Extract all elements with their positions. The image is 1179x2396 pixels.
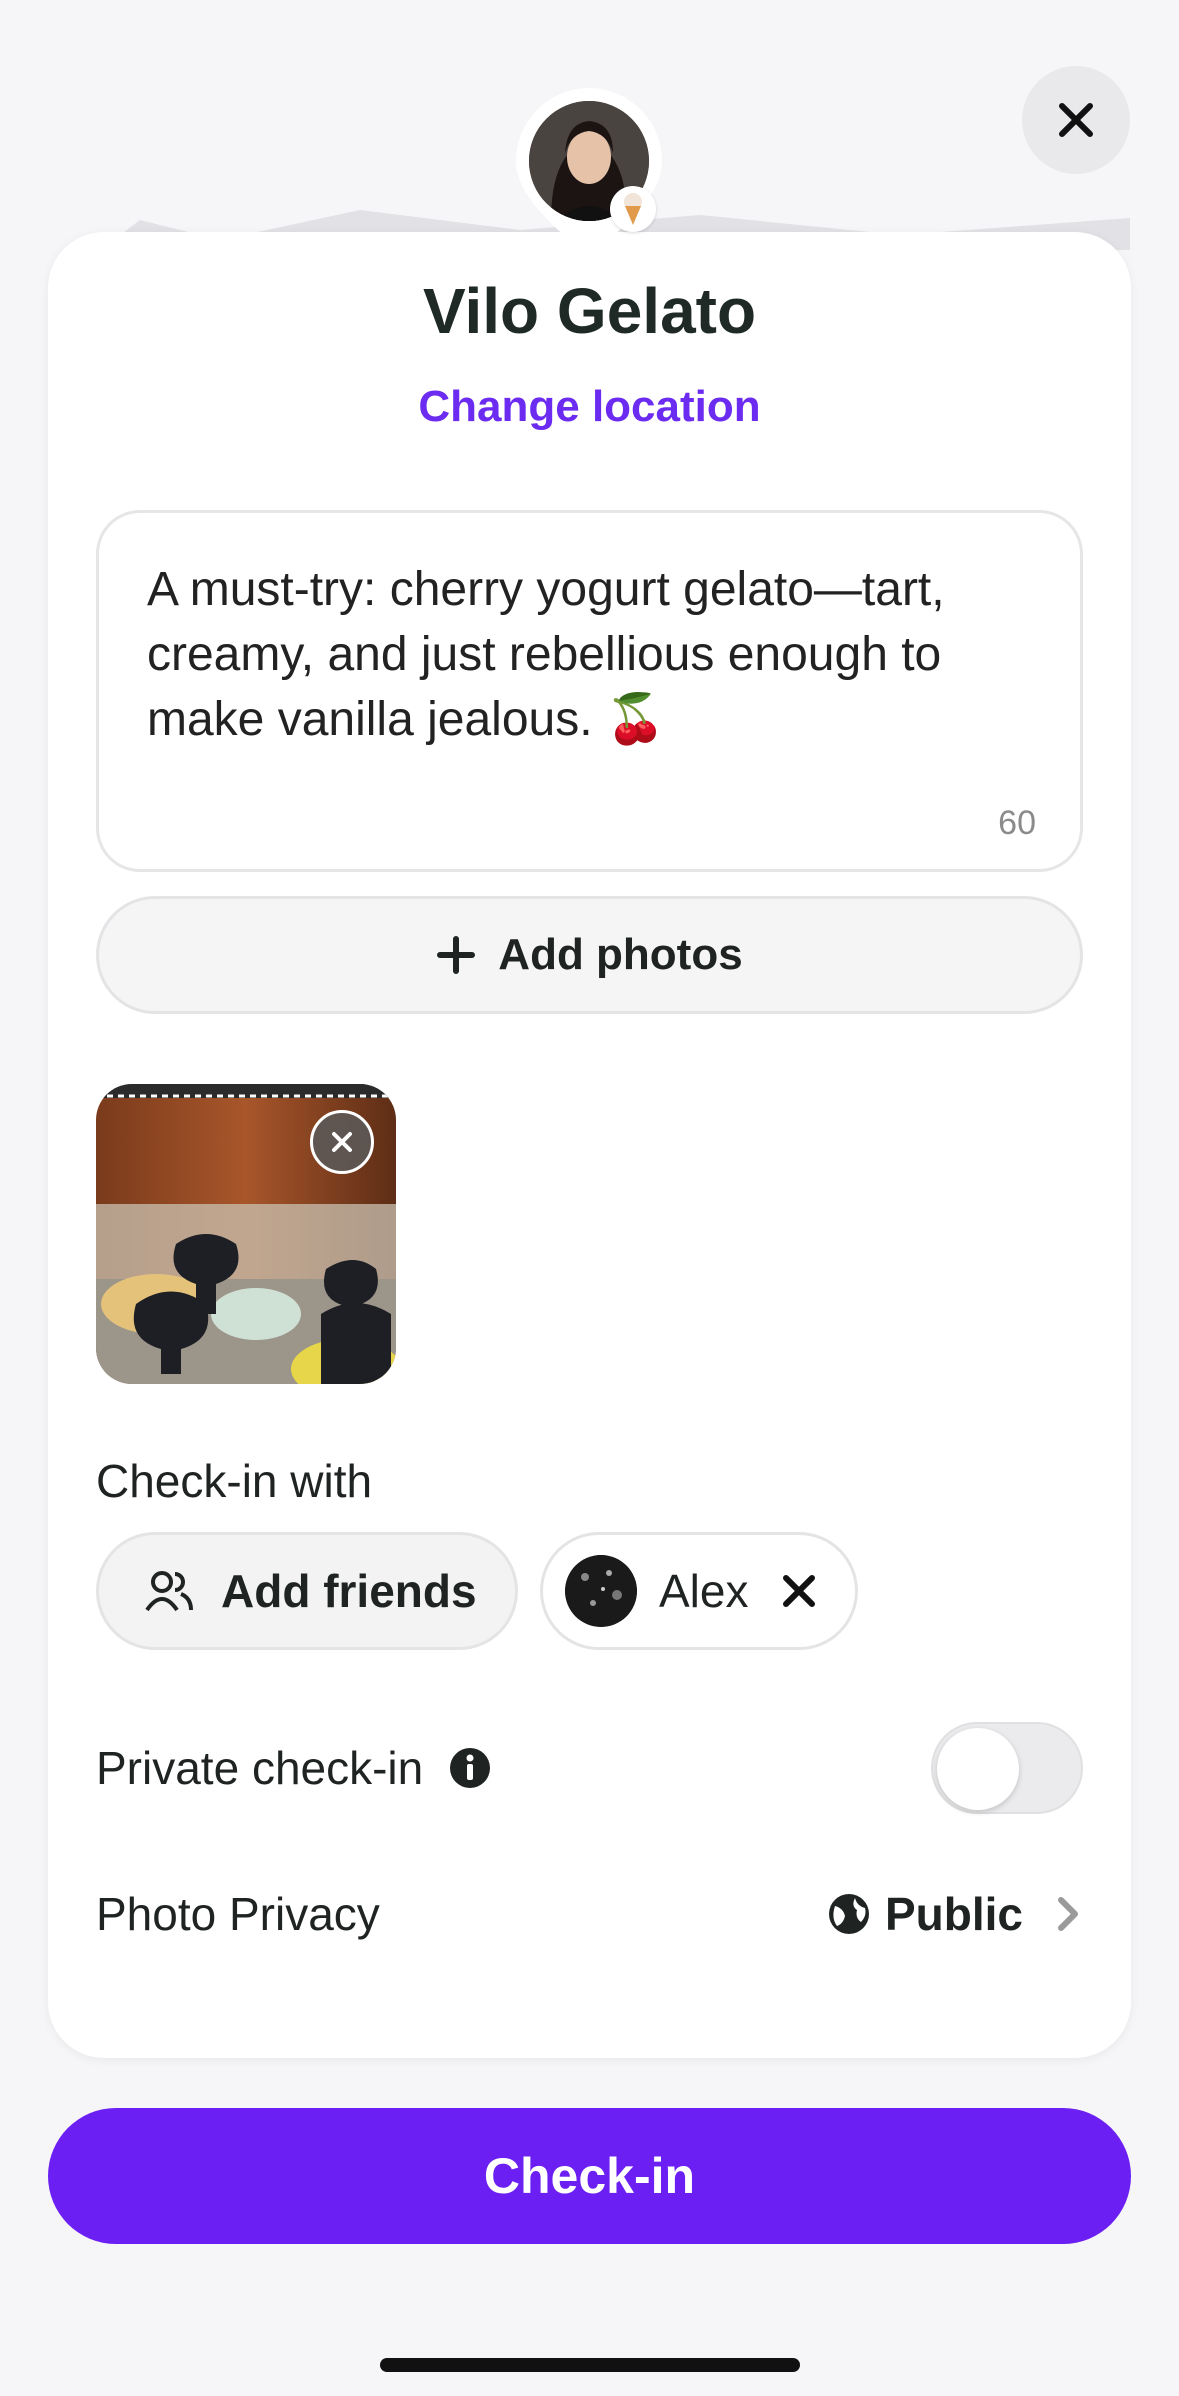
private-checkin-label: Private check-in: [96, 1742, 424, 1794]
photo-privacy-selector[interactable]: Public: [827, 1887, 1083, 1941]
ice-cream-icon: [610, 186, 656, 232]
location-pin: [514, 86, 664, 260]
add-photos-button[interactable]: Add photos: [96, 896, 1083, 1014]
photo-thumbnail[interactable]: [96, 1084, 396, 1384]
checkin-card: Vilo Gelato Change location A must-try: …: [48, 232, 1131, 2058]
venue-name: Vilo Gelato: [422, 275, 757, 347]
chevron-right-icon: [1058, 1897, 1078, 1931]
add-friends-button[interactable]: Add friends: [96, 1532, 518, 1650]
add-friends-label: Add friends: [221, 1565, 477, 1617]
people-icon: [145, 1571, 193, 1612]
photo-privacy-label: Photo Privacy: [96, 1888, 380, 1940]
close-button[interactable]: [1022, 66, 1130, 174]
change-location-link[interactable]: Change location: [48, 382, 1131, 432]
check-in-with-label: Check-in with: [96, 1455, 373, 1507]
home-indicator: [380, 2358, 800, 2372]
note-text: A must-try: cherry yogurt gelato—tart, c…: [147, 563, 945, 746]
char-count: 60: [998, 804, 1036, 842]
add-photos-label: Add photos: [498, 930, 743, 979]
note-textarea[interactable]: A must-try: cherry yogurt gelato—tart, c…: [96, 510, 1083, 872]
avatar: [565, 1555, 637, 1627]
plus-icon: [437, 936, 476, 974]
toggle-knob: [937, 1728, 1019, 1810]
friend-chip: Alex: [540, 1532, 858, 1650]
globe-icon: [828, 1894, 869, 1934]
close-icon[interactable]: [782, 1574, 816, 1608]
private-checkin-toggle[interactable]: [931, 1722, 1083, 1814]
checkin-button[interactable]: Check-in: [48, 2108, 1131, 2244]
friend-name: Alex: [659, 1565, 749, 1617]
close-icon: [332, 1132, 352, 1152]
photo-privacy-row[interactable]: Photo Privacy Public: [96, 1868, 1083, 1960]
photo-privacy-value: Public: [884, 1888, 1023, 1940]
remove-photo-button[interactable]: [310, 1110, 374, 1174]
info-icon[interactable]: [449, 1747, 491, 1789]
private-checkin-row: Private check-in: [96, 1722, 1083, 1814]
close-icon: [1059, 103, 1093, 137]
